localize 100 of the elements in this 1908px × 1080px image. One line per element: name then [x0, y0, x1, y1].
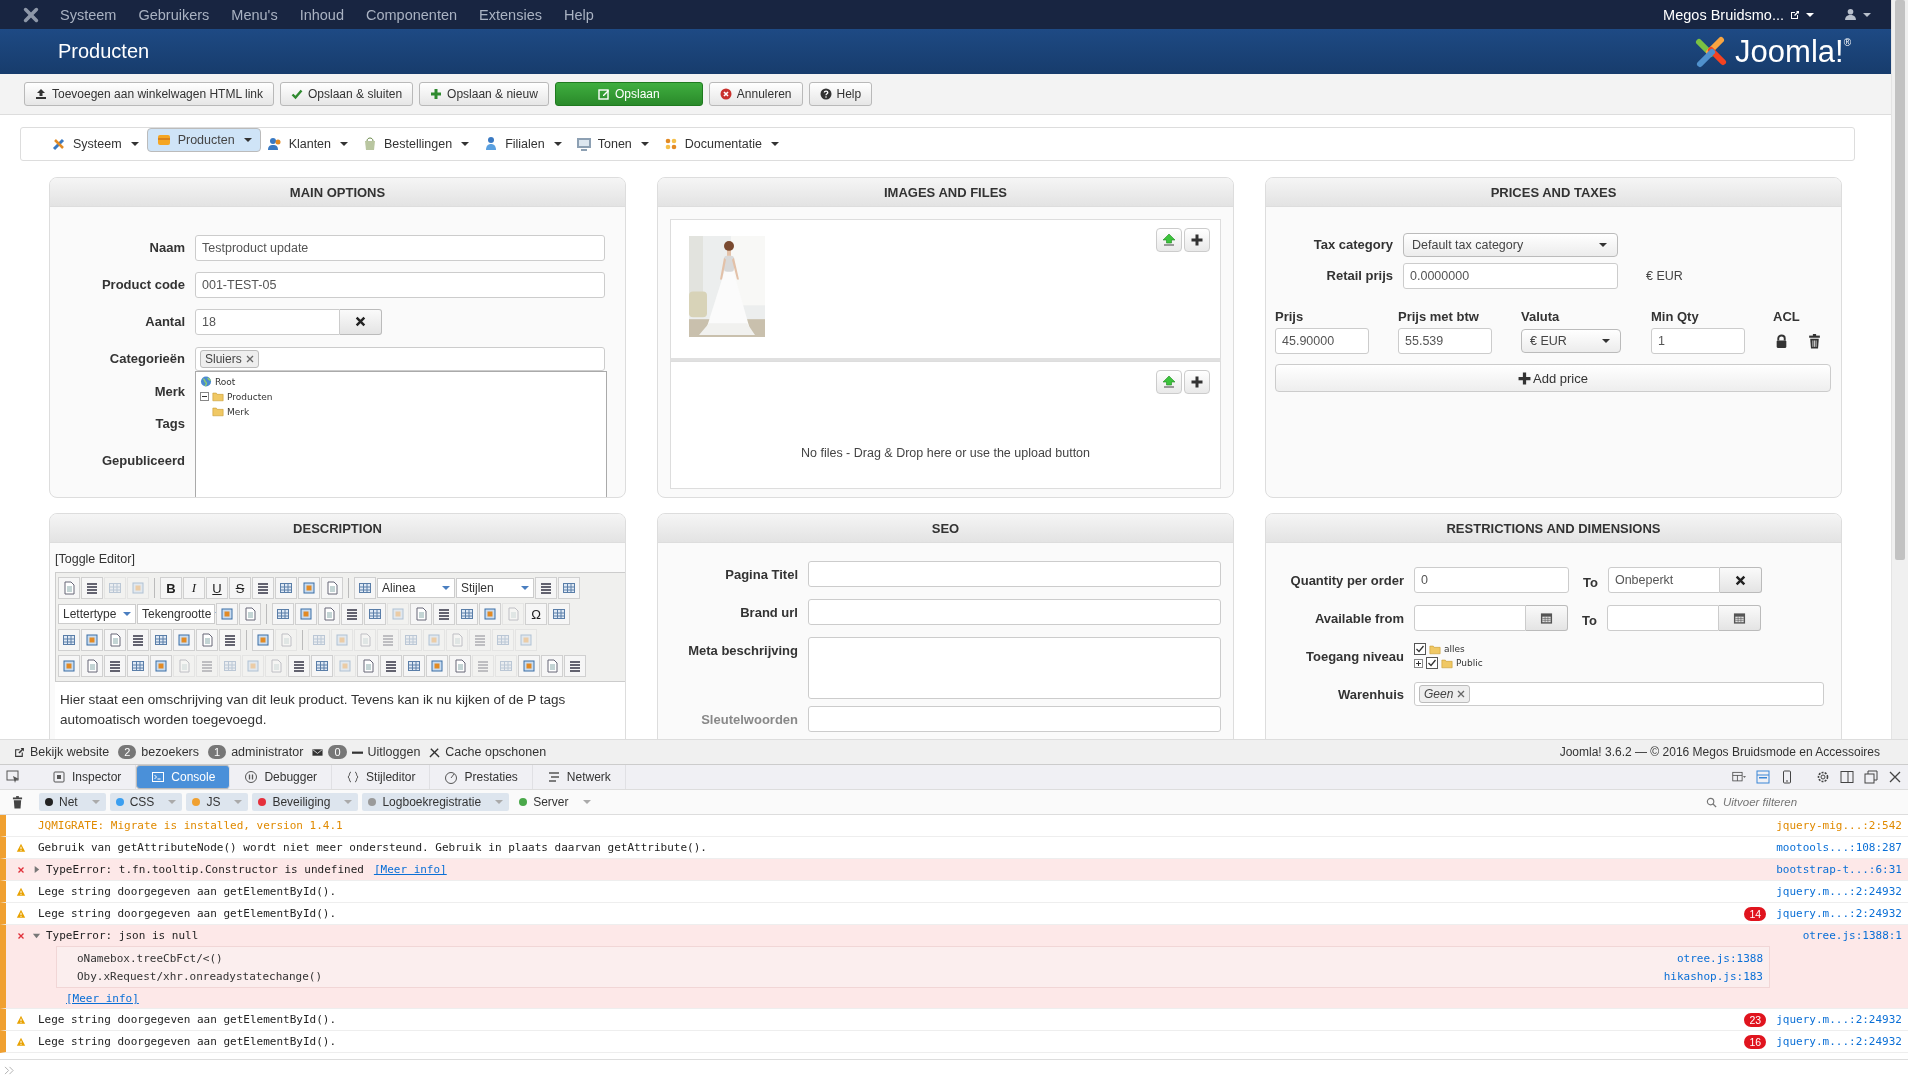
format-button[interactable]: I [183, 577, 205, 599]
window-icon[interactable] [1864, 770, 1878, 785]
remove-icon[interactable] [245, 354, 254, 363]
expand-icon[interactable] [1414, 658, 1423, 668]
format-button[interactable]: Ω [525, 603, 547, 625]
clear-button[interactable] [1719, 567, 1762, 593]
editor-tool-button[interactable] [127, 655, 149, 677]
editor-tool-button[interactable] [298, 577, 320, 599]
filter-toggle[interactable]: JS [186, 793, 249, 812]
external-link-icon[interactable] [1790, 9, 1800, 20]
close-icon[interactable] [1888, 770, 1902, 785]
editor-tool-button[interactable] [58, 629, 80, 651]
editor-tool-button[interactable] [433, 603, 455, 625]
more-info-link[interactable]: [Meer info] [66, 991, 139, 1005]
text-field[interactable]: 001-TEST-05 [195, 271, 605, 298]
calendar-button[interactable] [1526, 605, 1568, 631]
editor-tool-button[interactable] [219, 629, 241, 651]
editor-tool-button[interactable] [127, 629, 149, 651]
editor-tool-button[interactable] [548, 603, 570, 625]
format-button[interactable]: S [229, 577, 251, 599]
tag-field[interactable]: Geen [1414, 682, 1824, 706]
dock-side-icon[interactable] [1840, 770, 1854, 785]
add-price-button[interactable]: Add price [1275, 364, 1831, 392]
dropdown[interactable]: Default tax category [1403, 232, 1618, 257]
editor-tool-button[interactable] [275, 577, 297, 599]
quantity-field[interactable]: 1 [1651, 328, 1745, 354]
submenu-item[interactable]: Filialen [477, 128, 570, 160]
caret-icon[interactable] [1863, 12, 1871, 17]
format-button[interactable]: U [206, 577, 228, 599]
editor-tool-button[interactable] [558, 577, 580, 599]
add-button[interactable] [1184, 370, 1210, 394]
lock-icon[interactable] [1775, 333, 1788, 349]
editor-tool-button[interactable] [104, 655, 126, 677]
editor-tool-button[interactable] [272, 603, 294, 625]
trash-icon[interactable] [12, 795, 23, 809]
expanded-arrow-icon[interactable] [32, 931, 41, 941]
source-link[interactable]: mootools...:108:287 [1776, 841, 1902, 855]
toolbar-button[interactable]: Opslaan [554, 82, 703, 106]
menu-item[interactable]: Systeem [60, 6, 117, 23]
devtools-tab[interactable]: Prestaties [430, 765, 533, 790]
filter-toggle[interactable]: CSS [109, 793, 183, 812]
source-link[interactable]: otree.js:1388 [1676, 951, 1763, 965]
editor-tool-button[interactable] [403, 655, 425, 677]
tree-node[interactable]: Root [215, 376, 236, 387]
source-link[interactable]: jquery.m...:2:24932 [1776, 1035, 1902, 1049]
editor-tool-button[interactable] [252, 577, 274, 599]
more-info-link[interactable]: [Meer info] [373, 863, 447, 877]
tree-node[interactable]: Public [1456, 658, 1483, 668]
editor-dropdown[interactable]: Lettertype [58, 604, 136, 624]
editor-tool-button[interactable] [58, 655, 80, 677]
editor-dropdown[interactable]: Alinea [377, 578, 455, 598]
filter-field[interactable]: Uitvoer filteren [1721, 795, 1895, 810]
text-area[interactable] [808, 637, 1221, 699]
toolbar-button[interactable]: Help [808, 82, 873, 106]
menu-item[interactable]: Inhoud [299, 6, 344, 23]
editor-tool-button[interactable] [564, 655, 586, 677]
user-menu[interactable]: Megos Bruidsmo... [1663, 6, 1784, 23]
menu-item[interactable]: Componenten [366, 6, 458, 23]
editor-tool-button[interactable] [150, 629, 172, 651]
editor-tool-button[interactable] [216, 603, 238, 625]
devtools-tab[interactable]: Debugger [230, 765, 333, 790]
remove-icon[interactable] [1457, 690, 1466, 698]
logout-link[interactable]: Uitloggen [367, 745, 421, 760]
submenu-item[interactable]: Bestellingen [356, 128, 478, 160]
description-text[interactable]: Hier staat een omschrijving van dit leuk product. Tevens kan ik nu kijken of de P tags automoatisch worden toegevoegd. [55, 682, 625, 740]
filter-toggle[interactable]: Server [513, 793, 597, 812]
editor-tool-button[interactable] [426, 655, 448, 677]
tree-node[interactable]: alles [1444, 644, 1465, 654]
collapse-icon[interactable] [200, 392, 209, 401]
editor-tool-button[interactable] [479, 603, 501, 625]
editor-tool-button[interactable] [252, 629, 274, 651]
file-drop-zone[interactable]: No files - Drag & Drop here or use the upload button [670, 361, 1221, 489]
devtools-tab[interactable]: Netwerk [532, 765, 626, 790]
editor-tool-button[interactable] [380, 655, 402, 677]
trash-icon[interactable] [1808, 333, 1821, 349]
text-field[interactable] [808, 561, 1221, 587]
editor-tool-button[interactable] [535, 577, 557, 599]
editor-tool-button[interactable] [150, 655, 172, 677]
editor-tool-button[interactable] [81, 577, 103, 599]
collapsed-arrow-icon[interactable] [32, 865, 41, 875]
layout-icon[interactable] [1732, 770, 1746, 785]
user-icon[interactable] [1844, 8, 1857, 21]
submenu-item[interactable]: Systeem [45, 128, 147, 160]
category-chip[interactable]: Sluiers [200, 349, 259, 368]
quantity-field[interactable]: 0 [1414, 567, 1569, 593]
source-link[interactable]: jquery.m...:2:24932 [1776, 1013, 1902, 1027]
editor-tool-button[interactable] [81, 629, 103, 651]
checkbox[interactable] [1426, 657, 1438, 669]
price-field[interactable]: 45.90000 [1275, 328, 1369, 354]
menu-item[interactable]: Help [563, 6, 594, 23]
submenu-item[interactable]: Klanten [260, 128, 357, 160]
submenu-item[interactable]: Documentatie [656, 128, 787, 160]
price-field[interactable]: 55.539 [1398, 328, 1492, 354]
editor-dropdown[interactable]: Stijlen [456, 578, 534, 598]
date-field[interactable] [1606, 605, 1719, 631]
quantity-field[interactable]: Onbeperkt [1607, 567, 1720, 593]
source-link[interactable]: hikashop.js:183 [1663, 969, 1763, 983]
calendar-button[interactable] [1718, 605, 1761, 631]
scrollbar-thumb[interactable] [1895, 0, 1905, 560]
view-site-link[interactable]: Bekijk website [30, 745, 110, 760]
